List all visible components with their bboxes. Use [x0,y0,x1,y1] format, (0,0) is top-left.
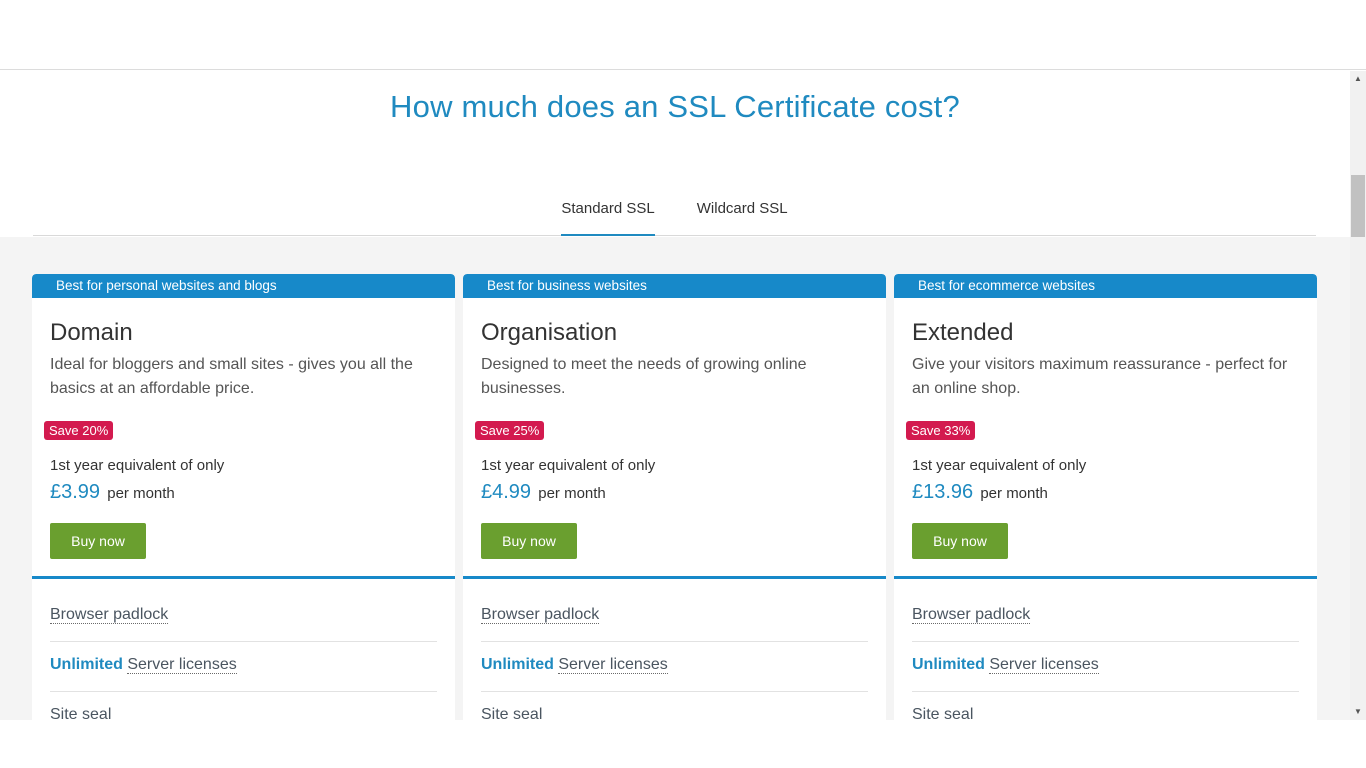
feature-padlock-link[interactable]: Browser padlock [50,606,169,624]
equivalent-label: 1st year equivalent of only [481,457,656,474]
feature-server-licenses-link[interactable]: Server licenses [558,656,668,674]
card-title: Extended [912,319,1014,346]
card-banner: Best for business websites [463,274,886,298]
price-period: per month [538,485,606,502]
buy-now-button[interactable]: Buy now [912,523,1008,559]
buy-now-button[interactable]: Buy now [481,523,577,559]
save-badge: Save 20% [44,421,114,440]
card-banner: Best for ecommerce websites [894,274,1317,298]
price-row: £4.99 per month [481,481,606,504]
vertical-scrollbar[interactable]: ▲ ▼ [1350,71,1366,720]
save-badge: Save 33% [906,421,976,440]
pricing-card-extended: Best for ecommerce websites Extended Giv… [894,274,1317,720]
card-title: Domain [50,319,133,346]
feature-padlock-link[interactable]: Browser padlock [481,606,600,624]
scroll-thumb[interactable] [1351,175,1365,237]
price-period: per month [107,485,175,502]
scroll-down-icon[interactable]: ▼ [1350,704,1366,720]
card-description: Designed to meet the needs of growing on… [481,356,807,397]
feature-server-licenses-link[interactable]: Server licenses [989,656,1099,674]
price-period: per month [980,485,1048,502]
feature-server-licenses: Unlimited Server licenses [50,642,437,692]
feature-site-seal-label: Site seal [912,706,974,720]
card-description: Give your visitors maximum reassurance -… [912,356,1288,397]
feature-site-seal: Site seal [50,692,437,720]
feature-browser-padlock: Browser padlock [481,592,868,642]
feature-browser-padlock: Browser padlock [50,592,437,642]
price-value: £4.99 [481,481,532,503]
equivalent-label: 1st year equivalent of only [50,457,225,474]
feature-server-licenses: Unlimited Server licenses [481,642,868,692]
card-divider [463,576,886,579]
feature-site-seal: Site seal [481,692,868,720]
feature-padlock-link[interactable]: Browser padlock [912,606,1031,624]
pricing-card-organisation: Best for business websites Organisation … [463,274,886,720]
card-divider [894,576,1317,579]
card-banner: Best for personal websites and blogs [32,274,455,298]
pricing-tabs: Standard SSL Wildcard SSL [33,186,1316,236]
card-description: Ideal for bloggers and small sites - giv… [50,356,413,397]
price-row: £3.99 per month [50,481,175,504]
top-bar [0,0,1366,70]
feature-site-seal: Site seal [912,692,1299,720]
feature-server-licenses: Unlimited Server licenses [912,642,1299,692]
buy-now-button[interactable]: Buy now [50,523,146,559]
feature-site-seal-label: Site seal [50,706,112,720]
save-badge: Save 25% [475,421,545,440]
feature-unlimited: Unlimited [912,656,985,673]
price-value: £3.99 [50,481,101,503]
card-divider [32,576,455,579]
feature-server-licenses-link[interactable]: Server licenses [127,656,237,674]
feature-site-seal-label: Site seal [481,706,543,720]
page-title: How much does an SSL Certificate cost? [390,89,960,124]
feature-unlimited: Unlimited [481,656,554,673]
pricing-card-domain: Best for personal websites and blogs Dom… [32,274,455,720]
bottom-bar [0,720,1366,768]
card-title: Organisation [481,319,618,346]
tab-wildcard-ssl[interactable]: Wildcard SSL [697,186,788,236]
equivalent-label: 1st year equivalent of only [912,457,1087,474]
page-viewport: How much does an SSL Certificate cost? S… [0,71,1350,720]
feature-unlimited: Unlimited [50,656,123,673]
price-value: £13.96 [912,481,974,503]
feature-browser-padlock: Browser padlock [912,592,1299,642]
tab-standard-ssl[interactable]: Standard SSL [561,186,655,236]
scroll-up-icon[interactable]: ▲ [1350,71,1366,87]
price-row: £13.96 per month [912,481,1048,504]
